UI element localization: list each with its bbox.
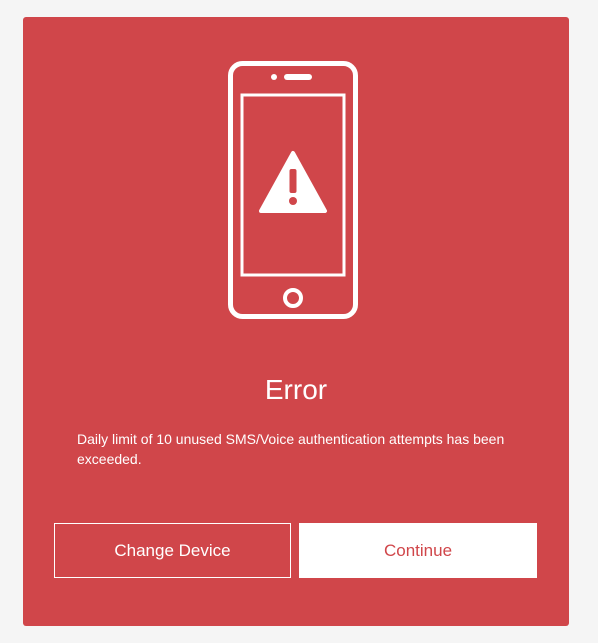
- continue-button[interactable]: Continue: [299, 523, 537, 578]
- change-device-button[interactable]: Change Device: [54, 523, 291, 578]
- error-card: Error Daily limit of 10 unused SMS/Voice…: [23, 17, 569, 626]
- error-message: Daily limit of 10 unused SMS/Voice authe…: [77, 431, 505, 467]
- error-title: Error: [264, 374, 328, 405]
- phone-warning-icon: [228, 61, 358, 319]
